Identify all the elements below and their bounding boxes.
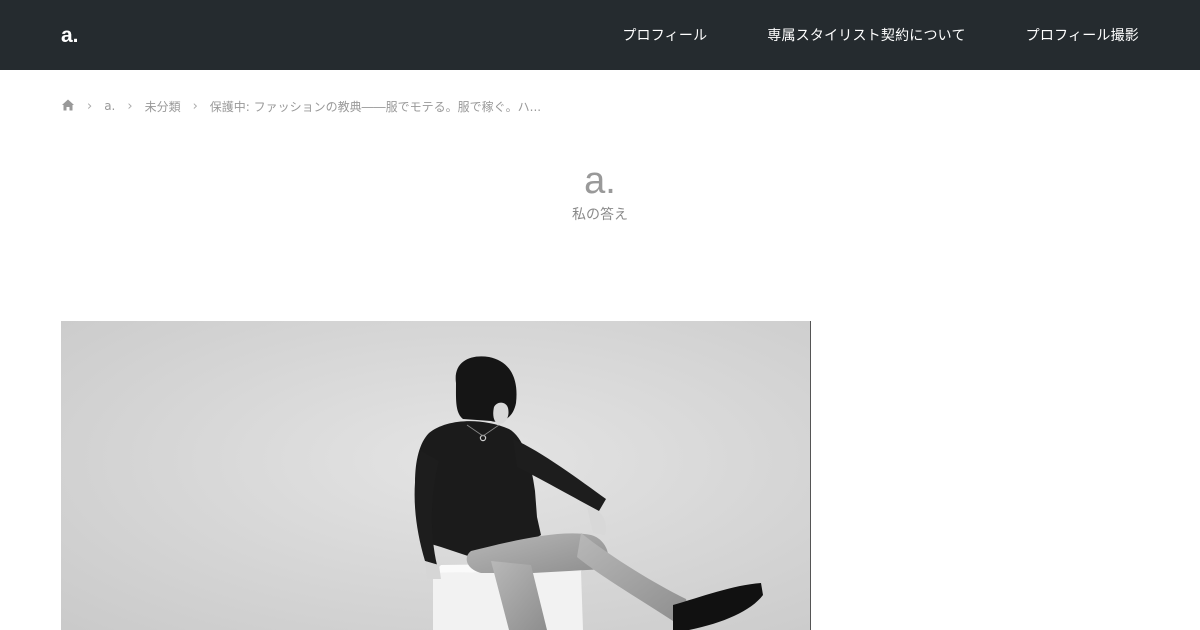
nav-item-profile[interactable]: プロフィール	[622, 25, 707, 45]
site-header: a. プロフィール 専属スタイリスト契約について プロフィール撮影	[0, 0, 1200, 70]
breadcrumb-item-current: 保護中: ファッションの教典――服でモテる。服で稼ぐ。ハ...	[209, 99, 542, 114]
nav-item-profile-photo[interactable]: プロフィール撮影	[1026, 25, 1139, 45]
site-title: a.	[584, 160, 616, 202]
chevron-right-icon: ›	[127, 98, 133, 114]
global-nav: プロフィール 専属スタイリスト契約について プロフィール撮影	[562, 0, 1139, 70]
featured-photo	[61, 321, 810, 630]
breadcrumb-item-site[interactable]: a.	[104, 99, 115, 113]
chevron-right-icon: ›	[192, 98, 198, 114]
site-description: 私の答え	[572, 207, 628, 223]
site-logo[interactable]: a.	[61, 22, 79, 50]
nav-item-stylist-contract[interactable]: 専属スタイリスト契約について	[767, 25, 965, 45]
breadcrumb: › a. › 未分類 › 保護中: ファッションの教典――服でモテる。服で稼ぐ。…	[61, 97, 541, 115]
featured-image	[61, 321, 811, 630]
breadcrumb-home[interactable]	[61, 98, 75, 115]
breadcrumb-item-category[interactable]: 未分類	[145, 98, 181, 115]
home-icon	[61, 98, 75, 112]
chevron-right-icon: ›	[87, 98, 93, 114]
